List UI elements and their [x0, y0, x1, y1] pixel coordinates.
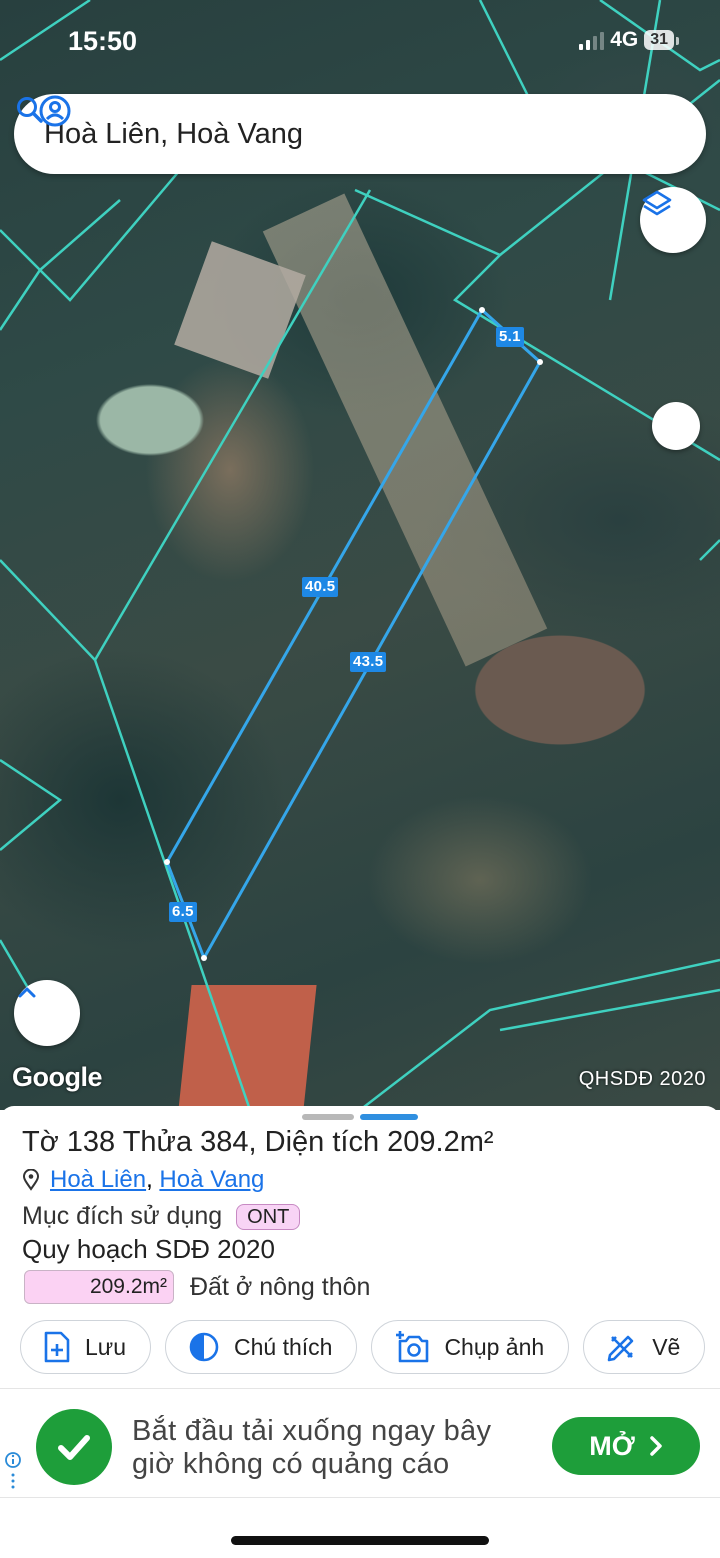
plan-label: Quy hoạch SDĐ 2020	[22, 1234, 275, 1264]
location-pin-icon	[22, 1169, 40, 1191]
map-view[interactable]: 5.1 40.5 43.5 6.5 15:50 4G 31 Hoà Liên, …	[0, 0, 720, 1110]
area-row: 209.2m² Đất ở nông thôn	[24, 1270, 370, 1304]
ad-check-icon	[36, 1409, 112, 1485]
save-button[interactable]: Lưu	[20, 1320, 151, 1374]
network-type: 4G	[610, 28, 639, 51]
dimension-label-right: 43.5	[350, 652, 387, 672]
home-indicator[interactable]	[231, 1536, 489, 1545]
pencil-ruler-icon	[607, 1335, 634, 1362]
status-time: 15:50	[68, 26, 138, 56]
vertex-marker	[164, 859, 170, 865]
ad-open-button[interactable]: MỞ	[552, 1417, 700, 1475]
vertex-marker	[201, 955, 207, 961]
take-photo-label: Chụp ảnh	[444, 1333, 545, 1360]
dimension-label-left: 40.5	[302, 577, 339, 597]
sheet-drag-handle[interactable]	[302, 1114, 418, 1120]
purpose-label: Mục đích sử dụng	[22, 1202, 223, 1230]
dimension-label-bottom: 6.5	[169, 902, 197, 922]
ad-text: Bắt đầu tải xuống ngay bây giờ không có …	[132, 1415, 492, 1480]
layers-icon	[642, 190, 672, 216]
take-photo-button[interactable]: Chụp ảnh	[371, 1320, 570, 1374]
vertex-marker	[479, 307, 485, 313]
vertex-marker	[537, 359, 543, 365]
battery-icon: 31	[644, 30, 679, 50]
ad-open-label: MỞ	[589, 1430, 635, 1461]
ad-info-icon[interactable]	[4, 1451, 22, 1489]
status-indicators: 4G 31	[579, 28, 679, 52]
dimension-label-top: 5.1	[496, 327, 524, 347]
parcel-title: Tờ 138 Thửa 384, Diện tích 209.2m²	[22, 1126, 494, 1158]
purpose-code-badge: ONT	[236, 1203, 301, 1230]
parcel-384-outline[interactable]	[164, 307, 543, 962]
area-value: 209.2m²	[24, 1270, 174, 1304]
camera-plus-icon	[396, 1331, 429, 1363]
map-control-dot[interactable]	[652, 402, 700, 450]
legend-label: Chú thích	[233, 1333, 333, 1360]
action-buttons: Lưu Chú thích Chụp ảnh Vẽ	[20, 1320, 706, 1374]
signal-icon	[579, 30, 605, 50]
district-link[interactable]: Hoà Vang	[159, 1166, 264, 1193]
legend-button[interactable]: Chú thích	[164, 1320, 358, 1374]
file-plus-icon	[44, 1331, 70, 1363]
location-row: Hoà Liên, Hoà Vang	[22, 1166, 264, 1194]
land-use-purpose-row: Mục đích sử dụng ONT	[22, 1202, 301, 1231]
draw-label: Vẽ	[652, 1333, 681, 1360]
chevron-up-icon	[18, 987, 36, 998]
ad-banner[interactable]: Bắt đầu tải xuống ngay bây giờ không có …	[0, 1388, 720, 1498]
draw-button[interactable]: Vẽ	[583, 1320, 706, 1374]
layers-button[interactable]	[640, 187, 706, 253]
search-icon[interactable]	[14, 94, 46, 126]
commune-link[interactable]: Hoà Liên	[50, 1166, 146, 1193]
save-label: Lưu	[85, 1333, 126, 1360]
half-circle-icon	[189, 1332, 219, 1362]
layer-name: QHSDĐ 2020	[578, 1068, 706, 1090]
expand-up-button[interactable]	[14, 980, 80, 1046]
chevron-right-icon	[650, 1436, 662, 1456]
search-bar[interactable]: Hoà Liên, Hoà Vang	[14, 94, 706, 174]
google-logo: Google	[12, 1062, 103, 1092]
area-land-type: Đất ở nông thôn	[190, 1272, 371, 1301]
location-separator: ,	[146, 1166, 153, 1193]
search-query[interactable]: Hoà Liên, Hoà Vang	[44, 118, 706, 151]
